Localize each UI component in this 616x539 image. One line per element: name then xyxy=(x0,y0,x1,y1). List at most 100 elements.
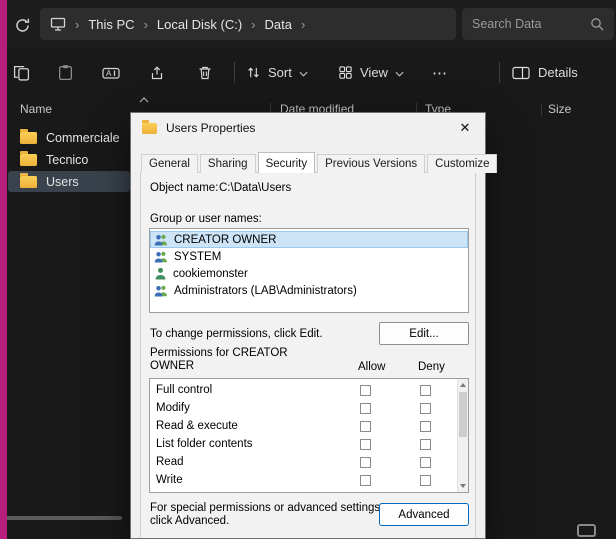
deny-checkbox[interactable] xyxy=(420,475,431,486)
permissions-list: Full control Modify Read & execute List … xyxy=(149,378,469,493)
breadcrumb-separator: › xyxy=(294,17,312,32)
breadcrumb-item-data[interactable]: Data xyxy=(263,17,294,32)
sort-dropdown[interactable]: Sort xyxy=(246,48,308,97)
deny-checkbox[interactable] xyxy=(420,439,431,450)
permission-row[interactable]: List folder contents xyxy=(150,436,468,454)
file-name: Tecnico xyxy=(46,153,88,167)
folder-icon xyxy=(20,132,37,144)
allow-checkbox[interactable] xyxy=(360,457,371,468)
allow-column-header: Allow xyxy=(358,361,385,373)
list-item-label: SYSTEM xyxy=(174,251,221,263)
delete-button[interactable] xyxy=(190,58,220,88)
group-user-names-label: Group or user names: xyxy=(150,213,262,225)
sort-icon xyxy=(246,65,261,80)
chevron-down-icon xyxy=(395,71,404,77)
deny-column-header: Deny xyxy=(418,361,445,373)
status-bar-view-icon[interactable] xyxy=(577,524,596,537)
permission-row[interactable]: Read & execute xyxy=(150,418,468,436)
file-explorer-window: › This PC › Local Disk (C:) › Data › A xyxy=(0,0,616,539)
permission-label: List folder contents xyxy=(156,438,253,450)
details-pane-button[interactable]: Details xyxy=(512,48,578,97)
allow-checkbox[interactable] xyxy=(360,475,371,486)
breadcrumb: › This PC › Local Disk (C:) › Data › xyxy=(40,8,456,40)
breadcrumb-separator: › xyxy=(137,17,155,32)
rename-icon: A xyxy=(102,65,120,81)
list-item-administrators[interactable]: Administrators (LAB\Administrators) xyxy=(150,282,468,299)
share-button[interactable] xyxy=(142,58,172,88)
paste-icon xyxy=(57,64,74,81)
permission-row[interactable]: Read xyxy=(150,454,468,472)
tab-customize[interactable]: Customize xyxy=(427,154,497,173)
more-options-button[interactable]: ⋯ xyxy=(426,48,454,97)
breadcrumb-separator: › xyxy=(68,17,86,32)
tab-general[interactable]: General xyxy=(141,154,198,173)
sort-label: Sort xyxy=(268,65,292,80)
share-icon xyxy=(149,65,165,81)
details-icon xyxy=(512,66,530,80)
breadcrumb-separator: › xyxy=(244,17,262,32)
this-pc-icon[interactable] xyxy=(50,16,66,32)
permission-label: Read xyxy=(156,456,184,468)
view-label: View xyxy=(360,65,388,80)
permission-label: Special permissions xyxy=(156,492,258,493)
permission-label: Full control xyxy=(156,384,212,396)
search-icon xyxy=(590,17,604,31)
close-icon[interactable]: ✕ xyxy=(449,115,481,141)
search-box[interactable] xyxy=(462,8,614,40)
file-row-users[interactable]: Users xyxy=(8,171,130,192)
list-item-system[interactable]: SYSTEM xyxy=(150,248,468,265)
allow-checkbox[interactable] xyxy=(360,403,371,414)
toolbar-divider xyxy=(499,62,500,83)
paste-button[interactable] xyxy=(50,58,80,88)
allow-checkbox[interactable] xyxy=(360,385,371,396)
refresh-button[interactable] xyxy=(9,12,35,38)
chevron-down-icon xyxy=(299,71,308,77)
copy-button[interactable] xyxy=(6,58,36,88)
tab-security[interactable]: Security xyxy=(258,152,316,173)
breadcrumb-item-this-pc[interactable]: This PC xyxy=(86,17,136,32)
tab-sharing[interactable]: Sharing xyxy=(200,154,256,173)
allow-checkbox[interactable] xyxy=(360,421,371,432)
column-header-size[interactable]: Size xyxy=(548,102,571,116)
view-dropdown[interactable]: View xyxy=(338,48,404,97)
folder-icon xyxy=(20,154,37,166)
advanced-hint-text: For special permissions or advanced sett… xyxy=(150,502,388,528)
permission-row[interactable]: Modify xyxy=(150,400,468,418)
scroll-down-icon[interactable] xyxy=(460,484,466,488)
vertical-scrollbar[interactable] xyxy=(457,379,468,492)
deny-checkbox[interactable] xyxy=(420,457,431,468)
rename-button[interactable]: A xyxy=(96,58,126,88)
deny-checkbox[interactable] xyxy=(420,421,431,432)
permission-row[interactable]: Special permissions xyxy=(150,490,468,493)
scroll-up-icon[interactable] xyxy=(460,383,466,387)
deny-checkbox[interactable] xyxy=(420,385,431,396)
deny-checkbox[interactable] xyxy=(420,403,431,414)
advanced-button[interactable]: Advanced xyxy=(379,503,469,526)
object-name-label: Object name: xyxy=(150,182,218,194)
folder-icon xyxy=(20,176,37,188)
breadcrumb-item-local-disk[interactable]: Local Disk (C:) xyxy=(155,17,244,32)
tab-previous-versions[interactable]: Previous Versions xyxy=(317,154,425,173)
list-item-cookiemonster[interactable]: cookiemonster xyxy=(150,265,468,282)
edit-button[interactable]: Edit... xyxy=(379,322,469,345)
horizontal-scrollbar[interactable] xyxy=(4,516,122,520)
list-item-label: CREATOR OWNER xyxy=(174,234,276,246)
permission-label: Read & execute xyxy=(156,420,238,432)
command-toolbar: A Sort View ⋯ Details xyxy=(0,48,616,97)
dialog-tabstrip: General Sharing Security Previous Versio… xyxy=(141,152,499,173)
dialog-titlebar[interactable]: Users Properties ✕ xyxy=(131,113,485,143)
copy-icon xyxy=(13,64,30,81)
allow-checkbox[interactable] xyxy=(360,439,371,450)
list-item-creator-owner[interactable]: CREATOR OWNER xyxy=(150,231,468,248)
permission-row[interactable]: Write xyxy=(150,472,468,490)
dialog-title: Users Properties xyxy=(166,121,255,135)
scrollbar-thumb[interactable] xyxy=(459,392,467,437)
column-header-name[interactable]: Name xyxy=(20,102,52,116)
search-input[interactable] xyxy=(472,17,584,31)
view-icon xyxy=(338,65,353,80)
list-item-label: Administrators (LAB\Administrators) xyxy=(174,285,357,297)
accent-strip xyxy=(0,0,7,539)
permission-row[interactable]: Full control xyxy=(150,382,468,400)
details-label: Details xyxy=(538,65,578,80)
folder-icon xyxy=(142,123,157,134)
